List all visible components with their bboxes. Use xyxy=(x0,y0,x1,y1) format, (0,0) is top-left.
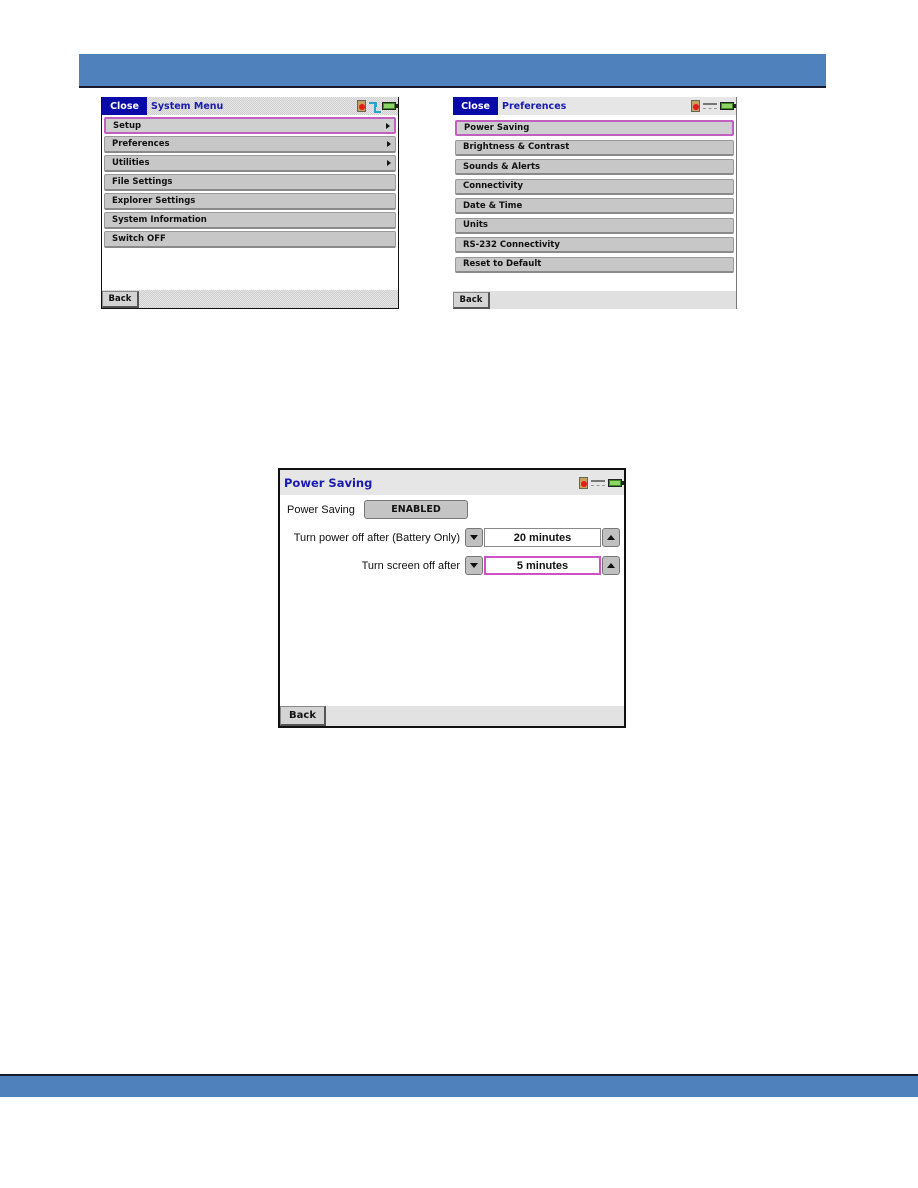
menu-item-label: Setup xyxy=(113,120,142,131)
menu-item-label: Utilities xyxy=(112,158,150,168)
power-saving-screen: Power Saving Power Saving ENABLED Turn p… xyxy=(278,468,626,728)
sd-card-icon xyxy=(691,100,700,112)
arrow-down-icon xyxy=(470,563,478,568)
menu-item-label: RS-232 Connectivity xyxy=(463,239,560,250)
sd-card-icon xyxy=(579,476,588,489)
page-footer-banner xyxy=(0,1074,918,1097)
arrow-down-icon xyxy=(470,535,478,540)
sd-card-icon xyxy=(357,100,366,112)
screen-off-spinner: 5 minutes xyxy=(465,556,620,575)
connection-icon xyxy=(703,103,717,109)
screen-title: Power Saving xyxy=(284,475,373,490)
menu-item-label: Units xyxy=(463,220,488,230)
battery-icon xyxy=(382,102,398,110)
bottom-bar: Back xyxy=(453,291,736,309)
power-saving-row: Power Saving ENABLED xyxy=(287,500,468,519)
menu-item-utilities[interactable]: Utilities xyxy=(104,155,396,172)
close-button[interactable]: Close xyxy=(453,97,498,115)
screen-off-row: Turn screen off after 5 minutes xyxy=(362,556,620,575)
battery-icon xyxy=(608,478,624,487)
menu-item-preferences[interactable]: Preferences xyxy=(104,136,396,153)
power-saving-toggle[interactable]: ENABLED xyxy=(364,500,468,519)
back-button[interactable]: Back xyxy=(280,706,326,726)
screen-off-label: Turn screen off after xyxy=(361,559,460,572)
menu-item-explorer-settings[interactable]: Explorer Settings xyxy=(104,193,396,210)
menu-item-reset-to-default[interactable]: Reset to Default xyxy=(455,256,734,273)
system-menu-list: Setup Preferences Utilities File Setting… xyxy=(104,117,396,250)
battery-icon xyxy=(720,102,736,110)
power-saving-label: Power Saving xyxy=(287,503,355,516)
menu-item-setup[interactable]: Setup xyxy=(104,117,396,134)
submenu-arrow-icon xyxy=(386,122,390,129)
menu-item-label: Connectivity xyxy=(463,181,524,191)
status-icons xyxy=(691,100,736,112)
system-menu-titlebar: Close System Menu xyxy=(102,97,398,115)
power-off-increment-button[interactable] xyxy=(602,528,620,547)
usb-icon xyxy=(369,101,381,113)
menu-item-connectivity[interactable]: Connectivity xyxy=(455,178,734,195)
bottom-bar: Back xyxy=(102,290,398,308)
screen-off-decrement-button[interactable] xyxy=(465,556,483,575)
back-button[interactable]: Back xyxy=(102,291,139,308)
menu-item-label: System Information xyxy=(112,215,207,225)
menu-item-label: Preferences xyxy=(112,139,170,149)
menu-item-switch-off[interactable]: Switch OFF xyxy=(104,231,396,248)
menu-item-file-settings[interactable]: File Settings xyxy=(104,174,396,191)
page-header-banner xyxy=(79,54,826,88)
power-off-label: Turn power off after (Battery Only) xyxy=(293,531,460,544)
screen-off-increment-button[interactable] xyxy=(602,556,620,575)
status-icons xyxy=(357,100,398,113)
menu-item-label: Date & Time xyxy=(463,200,523,211)
menu-item-rs232-connectivity[interactable]: RS-232 Connectivity xyxy=(455,237,734,253)
menu-item-system-information[interactable]: System Information xyxy=(104,212,396,229)
menu-item-label: Brightness & Contrast xyxy=(463,142,570,152)
status-icons xyxy=(579,476,624,489)
power-off-row: Turn power off after (Battery Only) 20 m… xyxy=(294,528,620,547)
bottom-bar: Back xyxy=(280,706,624,726)
menu-item-label: Sounds & Alerts xyxy=(463,161,541,172)
menu-item-date-time[interactable]: Date & Time xyxy=(455,198,734,214)
preferences-titlebar: Close Preferences xyxy=(453,97,736,115)
arrow-up-icon xyxy=(607,563,615,568)
menu-item-label: Switch OFF xyxy=(112,234,166,244)
preferences-screen: Close Preferences Power Saving Brightnes… xyxy=(453,97,737,309)
menu-item-units[interactable]: Units xyxy=(455,217,734,234)
arrow-up-icon xyxy=(607,535,615,540)
close-button[interactable]: Close xyxy=(102,97,147,115)
submenu-arrow-icon xyxy=(387,160,391,166)
menu-item-sounds-alerts[interactable]: Sounds & Alerts xyxy=(455,159,734,175)
preferences-menu-list: Power Saving Brightness & Contrast Sound… xyxy=(455,120,734,276)
menu-item-label: Reset to Default xyxy=(463,259,542,269)
power-off-spinner: 20 minutes xyxy=(465,528,620,547)
connection-icon xyxy=(591,479,605,486)
power-saving-titlebar: Power Saving xyxy=(280,470,624,495)
submenu-arrow-icon xyxy=(387,141,391,147)
screen-title: System Menu xyxy=(151,100,224,112)
menu-item-power-saving[interactable]: Power Saving xyxy=(455,120,734,136)
screen-off-value[interactable]: 5 minutes xyxy=(484,556,601,575)
power-off-value[interactable]: 20 minutes xyxy=(484,528,601,547)
menu-item-brightness-contrast[interactable]: Brightness & Contrast xyxy=(455,139,734,156)
menu-item-label: Explorer Settings xyxy=(112,196,196,206)
screen-title: Preferences xyxy=(502,100,567,112)
system-menu-screen: Close System Menu Setup Preferences Util… xyxy=(101,97,399,309)
back-button[interactable]: Back xyxy=(453,292,490,309)
menu-item-label: File Settings xyxy=(112,177,173,187)
menu-item-label: Power Saving xyxy=(464,123,530,133)
power-off-decrement-button[interactable] xyxy=(465,528,483,547)
